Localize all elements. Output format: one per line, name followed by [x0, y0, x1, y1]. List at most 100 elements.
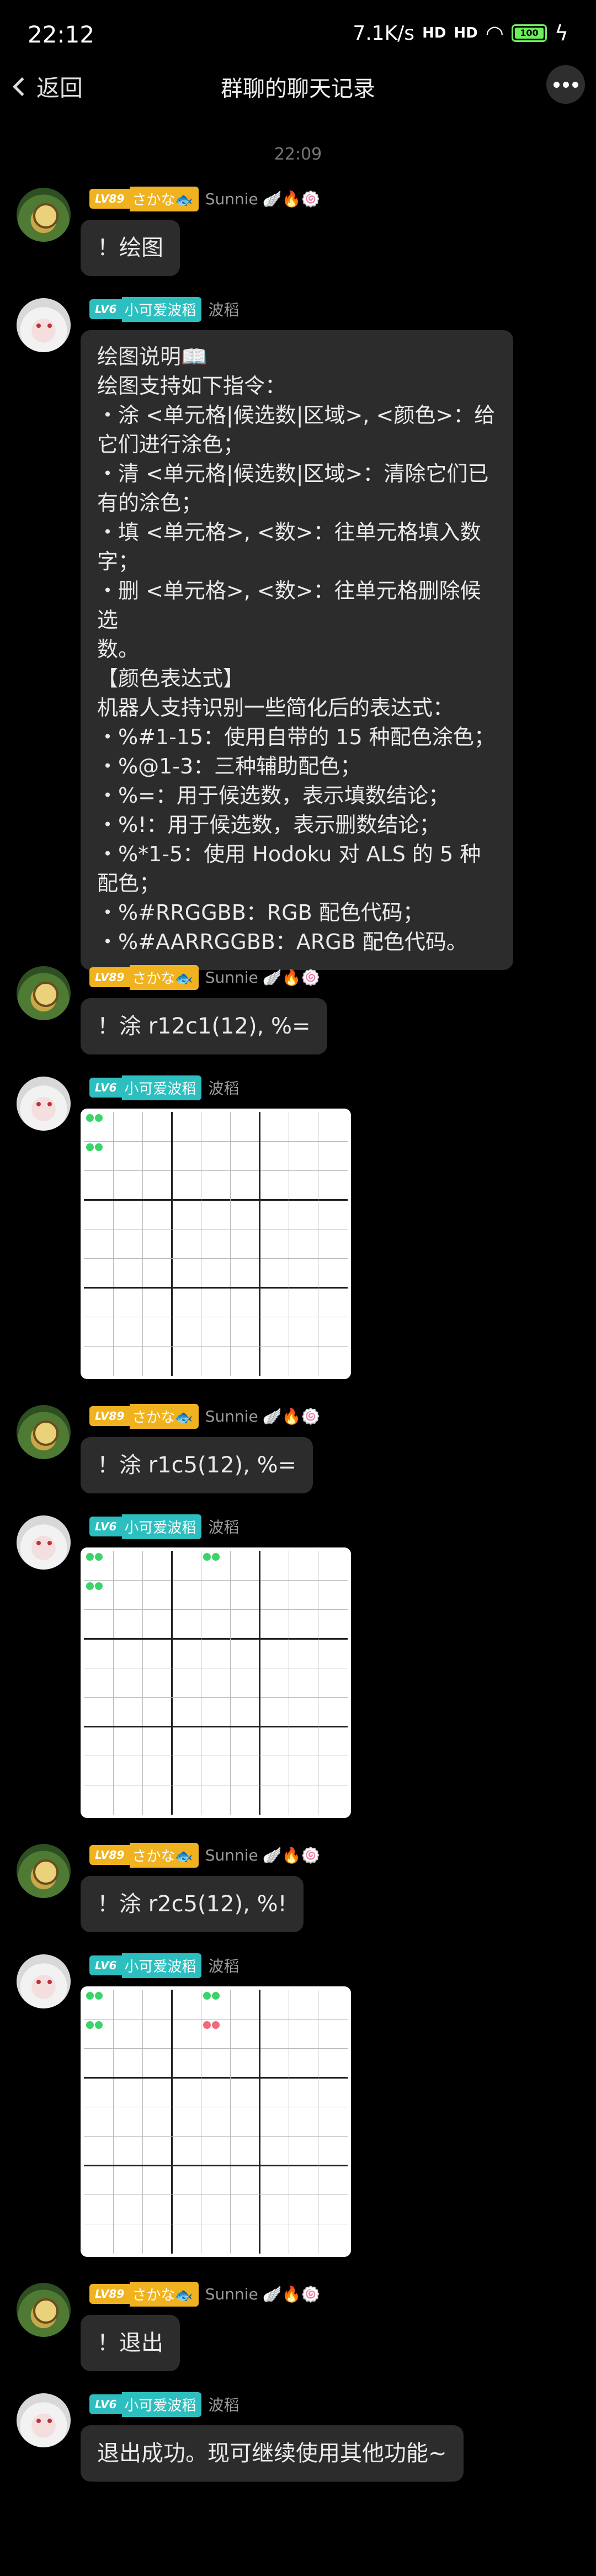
signal-icon: HD — [422, 25, 446, 41]
sender-name: Sunnie — [205, 1407, 258, 1425]
sender-name: Sunnie — [205, 189, 258, 208]
level-badge: LV89 — [89, 2284, 130, 2304]
level-badge: LV6 — [89, 299, 123, 319]
candidate-fill-marker — [95, 2021, 103, 2029]
wifi-icon: ◠ — [485, 21, 504, 45]
avatar[interactable] — [17, 1515, 71, 1570]
grid-line — [142, 1112, 143, 1376]
level-badge: LV89 — [89, 1406, 130, 1426]
candidate-fill-marker — [86, 2021, 94, 2029]
level-badge: LV89 — [89, 189, 130, 209]
grid-line — [113, 1112, 114, 1376]
signal-icon-2: HD — [454, 25, 478, 41]
candidate-fill-marker — [86, 1582, 94, 1591]
level-badge: LV6 — [89, 2394, 123, 2414]
avatar[interactable] — [17, 966, 71, 1020]
grid-line — [84, 1170, 348, 1171]
grid-line — [84, 2136, 348, 2137]
candidate-fill-marker — [95, 1114, 103, 1122]
grid-line — [84, 2018, 348, 2020]
message-bubble[interactable]: 退出成功。现可继续使用其他功能~ — [81, 2425, 464, 2482]
candidate-fill-marker — [203, 1992, 211, 2000]
page-title: 群聊的聊天记录 — [221, 76, 375, 102]
sender-name: Sunnie — [205, 968, 258, 987]
avatar[interactable] — [17, 2393, 71, 2447]
title-badge: さかな🐟 — [130, 1842, 199, 1868]
avatar[interactable] — [17, 1077, 71, 1131]
title-badge: さかな🐟 — [130, 186, 199, 211]
candidate-fill-marker — [95, 1143, 103, 1152]
candidate-fill-marker — [212, 1992, 220, 2000]
title-badge: さかな🐟 — [130, 1403, 199, 1429]
sender-name: Sunnie — [205, 2285, 258, 2303]
sender-name: 波稻 — [208, 1079, 240, 1098]
grid-line — [84, 1579, 348, 1581]
avatar[interactable] — [17, 188, 71, 242]
grid-line — [84, 2165, 348, 2167]
message-bubble[interactable]: ！涂 r2c5(12), %! — [81, 1876, 304, 1932]
level-badge: LV89 — [89, 967, 130, 987]
sender-line: LV6 小可爱波稻 波稻 — [89, 296, 239, 322]
sender-name: Sunnie — [205, 1846, 258, 1864]
message-bubble[interactable]: 绘图说明📖 绘图支持如下指令： ・涂 <单元格|候选数|区域>, <颜色>：给 … — [81, 330, 513, 970]
grid-line — [171, 1551, 173, 1815]
grid-line — [84, 1637, 348, 1640]
sender-line: LV6 小可爱波稻 波稻 — [89, 1514, 239, 1539]
title-badge: さかな🐟 — [130, 2281, 199, 2307]
grid-line — [113, 1551, 114, 1815]
candidate-fill-marker — [203, 1553, 211, 1561]
grid-line — [84, 1726, 348, 1728]
sender-line: LV89 さかな🐟 Sunnie 🪽🔥🍥 — [89, 1842, 321, 1868]
chat-timestamp: 22:09 — [274, 145, 322, 164]
title-badge: 小可爱波稻 — [122, 2392, 202, 2417]
battery-icon: 100 — [511, 24, 547, 42]
sender-emojis: 🪽🔥🍥 — [262, 1407, 321, 1425]
app-header: 返回 群聊的聊天记录 — [0, 61, 596, 110]
sender-name: 波稻 — [208, 2396, 240, 2414]
avatar[interactable] — [17, 1954, 71, 2008]
clock: 22:12 — [28, 21, 95, 48]
grid-line — [230, 1990, 231, 2254]
grid-line — [113, 1990, 114, 2254]
grid-line — [142, 1551, 143, 1815]
message-bubble[interactable]: ！涂 r12c1(12), %= — [81, 998, 327, 1054]
grid-line — [84, 1287, 348, 1289]
sender-emojis: 🪽🔥🍥 — [262, 2285, 321, 2303]
grid-line — [84, 1697, 348, 1698]
grid-line — [84, 2076, 348, 2079]
level-badge: LV6 — [89, 1078, 123, 1098]
message-bubble[interactable]: ！涂 r1c5(12), %= — [81, 1437, 313, 1493]
message-bubble[interactable]: ！退出 — [81, 2315, 180, 2371]
candidate-fill-marker — [86, 1114, 94, 1122]
grid-line — [171, 1990, 173, 2254]
charging-icon: ϟ — [554, 21, 568, 45]
sender-line: LV6 小可爱波稻 波稻 — [89, 2392, 240, 2417]
grid-line — [259, 1990, 261, 2254]
candidate-fill-marker — [86, 1553, 94, 1561]
sender-line: LV89 さかな🐟 Sunnie 🪽🔥🍥 — [89, 964, 320, 990]
sudoku-image[interactable] — [81, 1547, 351, 1818]
title-badge: さかな🐟 — [130, 964, 199, 990]
sender-name: 波稻 — [208, 1957, 240, 1975]
more-button[interactable] — [546, 65, 585, 104]
message-bubble[interactable]: ！绘图 — [81, 220, 180, 276]
candidate-fill-marker — [95, 1553, 103, 1561]
avatar[interactable] — [17, 2283, 71, 2337]
avatar[interactable] — [17, 1844, 71, 1898]
grid-line — [171, 1112, 173, 1376]
candidate-fill-marker — [95, 1992, 103, 2000]
avatar[interactable] — [17, 298, 71, 352]
sender-line: LV89 さかな🐟 Sunnie 🪽🔥🍥 — [89, 186, 320, 211]
candidate-fill-marker — [86, 1992, 94, 2000]
grid-line — [84, 1199, 348, 1201]
grid-line — [84, 1141, 348, 1142]
sender-line: LV6 小可爱波稻 波稻 — [89, 1075, 240, 1100]
grid-line — [84, 1258, 348, 1259]
avatar[interactable] — [17, 1405, 71, 1459]
sender-line: LV89 さかな🐟 Sunnie 🪽🔥🍥 — [89, 2281, 321, 2307]
sender-emojis: 🪽🔥🍥 — [262, 1846, 321, 1864]
sudoku-image[interactable] — [81, 1986, 351, 2257]
candidate-remove-marker — [203, 2021, 211, 2029]
candidate-remove-marker — [212, 2021, 220, 2029]
sudoku-image[interactable] — [81, 1109, 351, 1379]
